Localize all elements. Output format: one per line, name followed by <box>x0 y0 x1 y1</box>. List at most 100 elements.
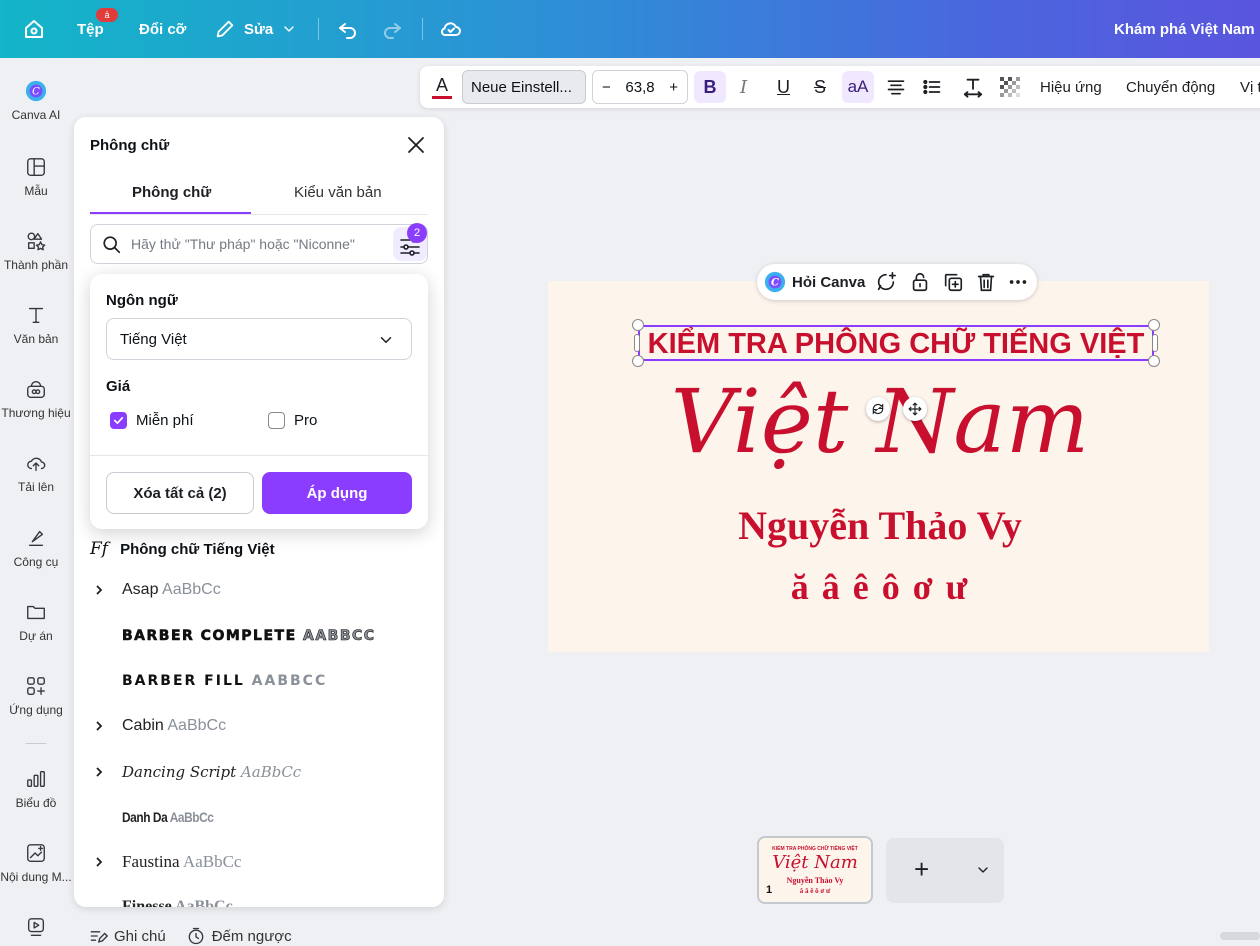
tab-text-styles[interactable]: Kiểu văn bản <box>294 184 382 201</box>
italic-button[interactable]: I <box>740 66 747 108</box>
canva-ai-icon: C <box>764 271 786 293</box>
text-color-button[interactable]: A <box>432 66 452 108</box>
font-label: Faustina <box>122 852 180 871</box>
element-context-bar: C Hỏi Canva <box>757 264 1037 300</box>
position-label: Vị t <box>1240 78 1260 96</box>
transparency-button[interactable] <box>1000 66 1020 108</box>
font-name: Finesse AaBbCc <box>122 898 233 907</box>
increase-size-button[interactable]: + <box>669 79 678 96</box>
font-label: Cabin <box>122 717 164 734</box>
bold-icon: B <box>703 76 717 97</box>
spacing-button[interactable] <box>962 66 984 108</box>
close-icon <box>408 137 424 153</box>
font-name: BARBER FILL AABBCC <box>122 673 327 689</box>
apps-icon <box>27 677 45 695</box>
canvas-letters-text[interactable]: ă â ê ô ơ ư <box>560 566 1200 608</box>
home-button[interactable] <box>22 0 46 58</box>
brand-icon <box>27 381 45 398</box>
underline-button[interactable]: U <box>777 66 790 108</box>
bold-button[interactable]: B <box>694 71 726 103</box>
chevron-right-icon[interactable] <box>94 856 104 868</box>
rail-label: Thành phần <box>3 258 69 272</box>
search-icon <box>103 236 121 254</box>
list-button[interactable] <box>922 66 942 108</box>
apply-button[interactable]: Áp dụng <box>262 472 412 514</box>
ask-canva-button[interactable]: C Hỏi Canva <box>764 271 865 293</box>
text-color-swatch <box>432 95 452 99</box>
comment-button[interactable] <box>875 271 897 298</box>
rail-item-tools[interactable]: Công cụ <box>0 527 72 569</box>
resize-handle[interactable] <box>632 319 644 331</box>
design-title[interactable]: Khám phá Việt Nam <box>1114 0 1255 58</box>
notes-button[interactable]: Ghi chú <box>88 926 166 946</box>
align-button[interactable] <box>886 66 906 108</box>
effects-button[interactable]: Hiệu ứng <box>1040 66 1102 108</box>
font-name: BARBER COMPLETE AABBCC <box>122 628 376 645</box>
strikethrough-button[interactable]: S <box>814 66 826 108</box>
cloud-save-button[interactable] <box>439 0 463 58</box>
side-handle[interactable] <box>634 334 640 352</box>
font-item-barber-fill[interactable]: BARBER FILL AABBCC <box>74 659 444 703</box>
notes-label: Ghi chú <box>114 927 166 945</box>
redo-button[interactable] <box>380 0 404 58</box>
rail-item-uploads[interactable]: Tải lên <box>0 452 72 494</box>
font-item-dancing-script[interactable]: Dancing Script AaBbCc <box>74 750 444 794</box>
undo-button[interactable] <box>336 0 360 58</box>
pro-checkbox[interactable]: Pro <box>268 412 317 429</box>
decrease-size-button[interactable]: − <box>602 79 611 96</box>
tab-fonts[interactable]: Phông chữ <box>132 184 211 201</box>
rail-item-elements[interactable]: Thành phần <box>0 230 72 272</box>
font-item-barber-complete[interactable]: BARBER COMPLETE AABBCC <box>74 614 444 658</box>
rail-item-projects[interactable]: Dự án <box>0 601 72 643</box>
side-handle[interactable] <box>1152 334 1158 352</box>
free-checkbox[interactable]: Miễn phí <box>110 412 194 429</box>
language-label: Ngôn ngữ <box>106 292 178 309</box>
chevron-right-icon[interactable] <box>94 584 104 596</box>
font-item-danh-da[interactable]: Danh Da AaBbCc <box>74 795 444 839</box>
chevron-down-icon[interactable] <box>975 862 991 878</box>
rail-item-canva-ai[interactable]: C Canva AI <box>0 80 72 122</box>
font-family-select[interactable]: Neue Einstell... <box>462 70 586 104</box>
font-item-cabin[interactable]: Cabin AaBbCc <box>74 704 444 748</box>
more-options-button[interactable] <box>1007 271 1029 298</box>
clear-all-button[interactable]: Xóa tất cả (2) <box>106 472 254 514</box>
resize-handle[interactable] <box>1148 319 1160 331</box>
resize-handle[interactable] <box>1148 355 1160 367</box>
move-handle[interactable] <box>903 397 927 421</box>
letter-case-button[interactable]: aA <box>842 71 874 103</box>
rail-item-magic-media[interactable]: Nội dung M... <box>0 842 72 884</box>
canvas-name-text[interactable]: Nguyễn Thảo Vy <box>560 502 1200 549</box>
canvas-script-title[interactable]: Việt Nam <box>560 370 1200 473</box>
elements-icon <box>27 232 46 251</box>
rail-item-video[interactable] <box>0 916 72 944</box>
edit-menu[interactable]: Sửa <box>214 0 297 58</box>
font-search-input[interactable] <box>131 234 381 254</box>
add-page-button[interactable]: + <box>914 856 929 882</box>
animate-button[interactable]: Chuyển động <box>1126 66 1215 108</box>
rail-item-brand[interactable]: Thương hiệu <box>0 378 72 420</box>
position-button[interactable]: Vị t <box>1240 66 1260 108</box>
language-select[interactable]: Tiếng Việt <box>106 318 412 360</box>
rail-item-templates[interactable]: Mẫu <box>0 156 72 198</box>
font-item-finesse[interactable]: Finesse AaBbCc <box>74 885 444 907</box>
lock-button[interactable] <box>909 271 931 298</box>
delete-button[interactable] <box>975 271 997 298</box>
close-panel-button[interactable] <box>404 133 428 157</box>
rail-item-charts[interactable]: Biểu đồ <box>0 768 72 810</box>
timer-button[interactable]: Đếm ngược <box>186 926 292 946</box>
chevron-right-icon[interactable] <box>94 720 104 732</box>
rail-item-apps[interactable]: Ứng dụng <box>0 675 72 717</box>
filter-popup: Ngôn ngữ Tiếng Việt Giá Miễn phí Pro Xóa… <box>90 274 428 529</box>
font-size-value[interactable]: 63,8 <box>625 79 654 96</box>
horizontal-scrollbar[interactable] <box>1220 932 1260 940</box>
rail-item-text[interactable]: Văn bản <box>0 304 72 346</box>
page-thumbnail[interactable]: KIỂM TRA PHÔNG CHỮ TIẾNG VIỆT Việt Nam N… <box>757 836 873 904</box>
align-center-icon <box>887 80 905 95</box>
duplicate-button[interactable] <box>942 271 964 298</box>
font-item-faustina[interactable]: Faustina AaBbCc <box>74 840 444 884</box>
resize-handle[interactable] <box>632 355 644 367</box>
rotate-handle[interactable] <box>866 397 890 421</box>
chevron-right-icon[interactable] <box>94 766 104 778</box>
resize-button[interactable]: Đổi cỡ <box>139 0 186 58</box>
font-item-asap[interactable]: Asap AaBbCc <box>74 568 444 612</box>
